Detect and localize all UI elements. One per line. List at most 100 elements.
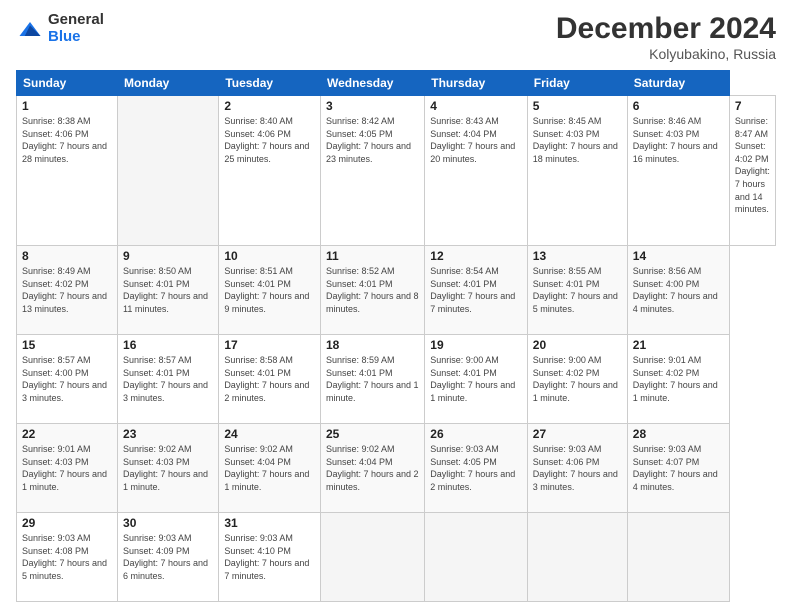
day-info: Sunrise: 9:02 AMSunset: 4:03 PMDaylight:… <box>123 444 208 492</box>
col-saturday: Saturday <box>627 71 729 96</box>
day-info: Sunrise: 8:49 AMSunset: 4:02 PMDaylight:… <box>22 266 107 314</box>
table-row: 14 Sunrise: 8:56 AMSunset: 4:00 PMDaylig… <box>627 246 729 335</box>
day-number: 20 <box>533 338 622 352</box>
day-number: 22 <box>22 427 112 441</box>
table-row: 22 Sunrise: 9:01 AMSunset: 4:03 PMDaylig… <box>17 424 118 513</box>
calendar-week-1: 1 Sunrise: 8:38 AMSunset: 4:06 PMDayligh… <box>17 96 776 246</box>
table-row <box>527 512 627 601</box>
table-row: 16 Sunrise: 8:57 AMSunset: 4:01 PMDaylig… <box>118 335 219 424</box>
day-info: Sunrise: 9:03 AMSunset: 4:09 PMDaylight:… <box>123 533 208 581</box>
calendar-page: General Blue December 2024 Kolyubakino, … <box>0 0 792 612</box>
day-info: Sunrise: 8:38 AMSunset: 4:06 PMDaylight:… <box>22 116 107 164</box>
day-number: 28 <box>633 427 724 441</box>
table-row: 26 Sunrise: 9:03 AMSunset: 4:05 PMDaylig… <box>425 424 528 513</box>
day-info: Sunrise: 8:58 AMSunset: 4:01 PMDaylight:… <box>224 355 309 403</box>
table-row: 6 Sunrise: 8:46 AMSunset: 4:03 PMDayligh… <box>627 96 729 246</box>
day-number: 29 <box>22 516 112 530</box>
day-info: Sunrise: 9:02 AMSunset: 4:04 PMDaylight:… <box>224 444 309 492</box>
calendar-week-5: 29 Sunrise: 9:03 AMSunset: 4:08 PMDaylig… <box>17 512 776 601</box>
day-info: Sunrise: 8:43 AMSunset: 4:04 PMDaylight:… <box>430 116 515 164</box>
day-info: Sunrise: 9:03 AMSunset: 4:07 PMDaylight:… <box>633 444 718 492</box>
logo-blue-text: Blue <box>48 29 104 46</box>
day-number: 16 <box>123 338 213 352</box>
calendar-header: Sunday Monday Tuesday Wednesday Thursday… <box>17 71 776 96</box>
day-info: Sunrise: 9:03 AMSunset: 4:05 PMDaylight:… <box>430 444 515 492</box>
day-info: Sunrise: 8:40 AMSunset: 4:06 PMDaylight:… <box>224 116 309 164</box>
day-number: 17 <box>224 338 315 352</box>
day-info: Sunrise: 8:46 AMSunset: 4:03 PMDaylight:… <box>633 116 718 164</box>
day-info: Sunrise: 8:54 AMSunset: 4:01 PMDaylight:… <box>430 266 515 314</box>
table-row: 11 Sunrise: 8:52 AMSunset: 4:01 PMDaylig… <box>320 246 424 335</box>
table-row <box>118 96 219 246</box>
col-sunday: Sunday <box>17 71 118 96</box>
col-thursday: Thursday <box>425 71 528 96</box>
logo-icon <box>16 15 44 43</box>
table-row: 23 Sunrise: 9:02 AMSunset: 4:03 PMDaylig… <box>118 424 219 513</box>
day-number: 13 <box>533 249 622 263</box>
day-info: Sunrise: 9:03 AMSunset: 4:06 PMDaylight:… <box>533 444 618 492</box>
table-row: 10 Sunrise: 8:51 AMSunset: 4:01 PMDaylig… <box>219 246 321 335</box>
day-number: 30 <box>123 516 213 530</box>
day-number: 2 <box>224 99 315 113</box>
day-info: Sunrise: 8:59 AMSunset: 4:01 PMDaylight:… <box>326 355 419 403</box>
col-tuesday: Tuesday <box>219 71 321 96</box>
calendar-week-3: 15 Sunrise: 8:57 AMSunset: 4:00 PMDaylig… <box>17 335 776 424</box>
table-row: 20 Sunrise: 9:00 AMSunset: 4:02 PMDaylig… <box>527 335 627 424</box>
table-row: 4 Sunrise: 8:43 AMSunset: 4:04 PMDayligh… <box>425 96 528 246</box>
location-text: Kolyubakino, Russia <box>556 46 776 62</box>
day-number: 15 <box>22 338 112 352</box>
table-row: 18 Sunrise: 8:59 AMSunset: 4:01 PMDaylig… <box>320 335 424 424</box>
table-row: 27 Sunrise: 9:03 AMSunset: 4:06 PMDaylig… <box>527 424 627 513</box>
title-block: December 2024 Kolyubakino, Russia <box>556 12 776 62</box>
table-row: 9 Sunrise: 8:50 AMSunset: 4:01 PMDayligh… <box>118 246 219 335</box>
table-row: 28 Sunrise: 9:03 AMSunset: 4:07 PMDaylig… <box>627 424 729 513</box>
table-row: 7 Sunrise: 8:47 AMSunset: 4:02 PMDayligh… <box>729 96 775 246</box>
day-number: 6 <box>633 99 724 113</box>
table-row: 1 Sunrise: 8:38 AMSunset: 4:06 PMDayligh… <box>17 96 118 246</box>
day-info: Sunrise: 9:03 AMSunset: 4:10 PMDaylight:… <box>224 533 309 581</box>
table-row: 30 Sunrise: 9:03 AMSunset: 4:09 PMDaylig… <box>118 512 219 601</box>
day-number: 31 <box>224 516 315 530</box>
day-number: 19 <box>430 338 522 352</box>
table-row: 15 Sunrise: 8:57 AMSunset: 4:00 PMDaylig… <box>17 335 118 424</box>
header: General Blue December 2024 Kolyubakino, … <box>16 12 776 62</box>
col-monday: Monday <box>118 71 219 96</box>
day-number: 24 <box>224 427 315 441</box>
day-info: Sunrise: 8:56 AMSunset: 4:00 PMDaylight:… <box>633 266 718 314</box>
col-friday: Friday <box>527 71 627 96</box>
table-row: 24 Sunrise: 9:02 AMSunset: 4:04 PMDaylig… <box>219 424 321 513</box>
table-row <box>627 512 729 601</box>
calendar-week-2: 8 Sunrise: 8:49 AMSunset: 4:02 PMDayligh… <box>17 246 776 335</box>
day-number: 14 <box>633 249 724 263</box>
day-info: Sunrise: 9:02 AMSunset: 4:04 PMDaylight:… <box>326 444 419 492</box>
weekday-row: Sunday Monday Tuesday Wednesday Thursday… <box>17 71 776 96</box>
day-number: 27 <box>533 427 622 441</box>
day-info: Sunrise: 8:50 AMSunset: 4:01 PMDaylight:… <box>123 266 208 314</box>
day-info: Sunrise: 8:57 AMSunset: 4:00 PMDaylight:… <box>22 355 107 403</box>
day-number: 18 <box>326 338 419 352</box>
day-info: Sunrise: 9:01 AMSunset: 4:03 PMDaylight:… <box>22 444 107 492</box>
table-row: 31 Sunrise: 9:03 AMSunset: 4:10 PMDaylig… <box>219 512 321 601</box>
day-info: Sunrise: 8:55 AMSunset: 4:01 PMDaylight:… <box>533 266 618 314</box>
day-number: 9 <box>123 249 213 263</box>
day-info: Sunrise: 9:00 AMSunset: 4:01 PMDaylight:… <box>430 355 515 403</box>
calendar-table: Sunday Monday Tuesday Wednesday Thursday… <box>16 70 776 602</box>
logo-text: General Blue <box>48 12 104 45</box>
day-info: Sunrise: 8:52 AMSunset: 4:01 PMDaylight:… <box>326 266 419 314</box>
logo-general-text: General <box>48 12 104 29</box>
day-number: 4 <box>430 99 522 113</box>
table-row: 5 Sunrise: 8:45 AMSunset: 4:03 PMDayligh… <box>527 96 627 246</box>
table-row: 3 Sunrise: 8:42 AMSunset: 4:05 PMDayligh… <box>320 96 424 246</box>
day-number: 21 <box>633 338 724 352</box>
day-number: 25 <box>326 427 419 441</box>
day-number: 12 <box>430 249 522 263</box>
table-row: 17 Sunrise: 8:58 AMSunset: 4:01 PMDaylig… <box>219 335 321 424</box>
day-number: 26 <box>430 427 522 441</box>
table-row: 19 Sunrise: 9:00 AMSunset: 4:01 PMDaylig… <box>425 335 528 424</box>
day-number: 10 <box>224 249 315 263</box>
day-info: Sunrise: 8:57 AMSunset: 4:01 PMDaylight:… <box>123 355 208 403</box>
table-row <box>320 512 424 601</box>
day-number: 1 <box>22 99 112 113</box>
day-info: Sunrise: 9:00 AMSunset: 4:02 PMDaylight:… <box>533 355 618 403</box>
logo: General Blue <box>16 12 104 45</box>
